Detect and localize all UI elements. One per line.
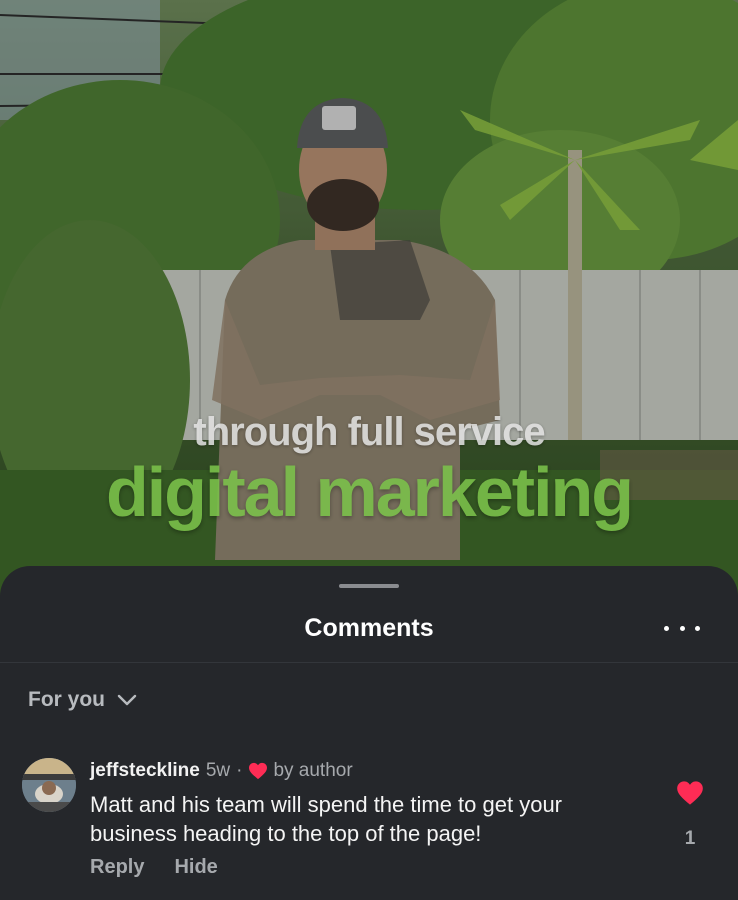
more-horizontal-icon-dot [679,625,685,631]
comment-meta: jeffsteckline 5w · by author [90,760,353,782]
liked-by-author-label: by author [273,760,353,781]
video-player[interactable]: through full service digital marketing [0,0,738,600]
comment-item: jeffsteckline 5w · by author Matt and hi… [0,752,738,892]
heart-icon [248,762,268,780]
like-count: 1 [684,828,696,849]
comment-filter-dropdown[interactable]: For you [28,688,137,712]
sheet-divider [0,662,738,663]
like-button[interactable] [676,780,704,806]
reply-button[interactable]: Reply [90,856,144,879]
comment-username[interactable]: jeffsteckline [90,760,200,782]
more-horizontal-icon [664,625,669,631]
more-horizontal-icon-dot [695,625,700,631]
comment-text: Matt and his team will spend the time to… [90,792,563,846]
heart-icon [677,781,703,805]
sheet-grabber[interactable] [339,584,399,588]
avatar[interactable] [22,758,76,812]
chevron-down-icon [117,694,137,706]
video-caption-line1: through full service [193,410,545,454]
comments-sheet: Comments For you jeffsteckline 5w · by a… [0,566,738,900]
meta-separator: · [236,760,243,781]
more-options-button[interactable] [664,620,700,636]
comment-timestamp: 5w [205,760,231,781]
filter-label: For you [28,688,105,711]
video-caption-line2: digital marketing [105,453,634,531]
comment-actions: Reply Hide [90,856,218,879]
sheet-title: Comments [304,614,434,642]
hide-button[interactable]: Hide [174,856,217,879]
